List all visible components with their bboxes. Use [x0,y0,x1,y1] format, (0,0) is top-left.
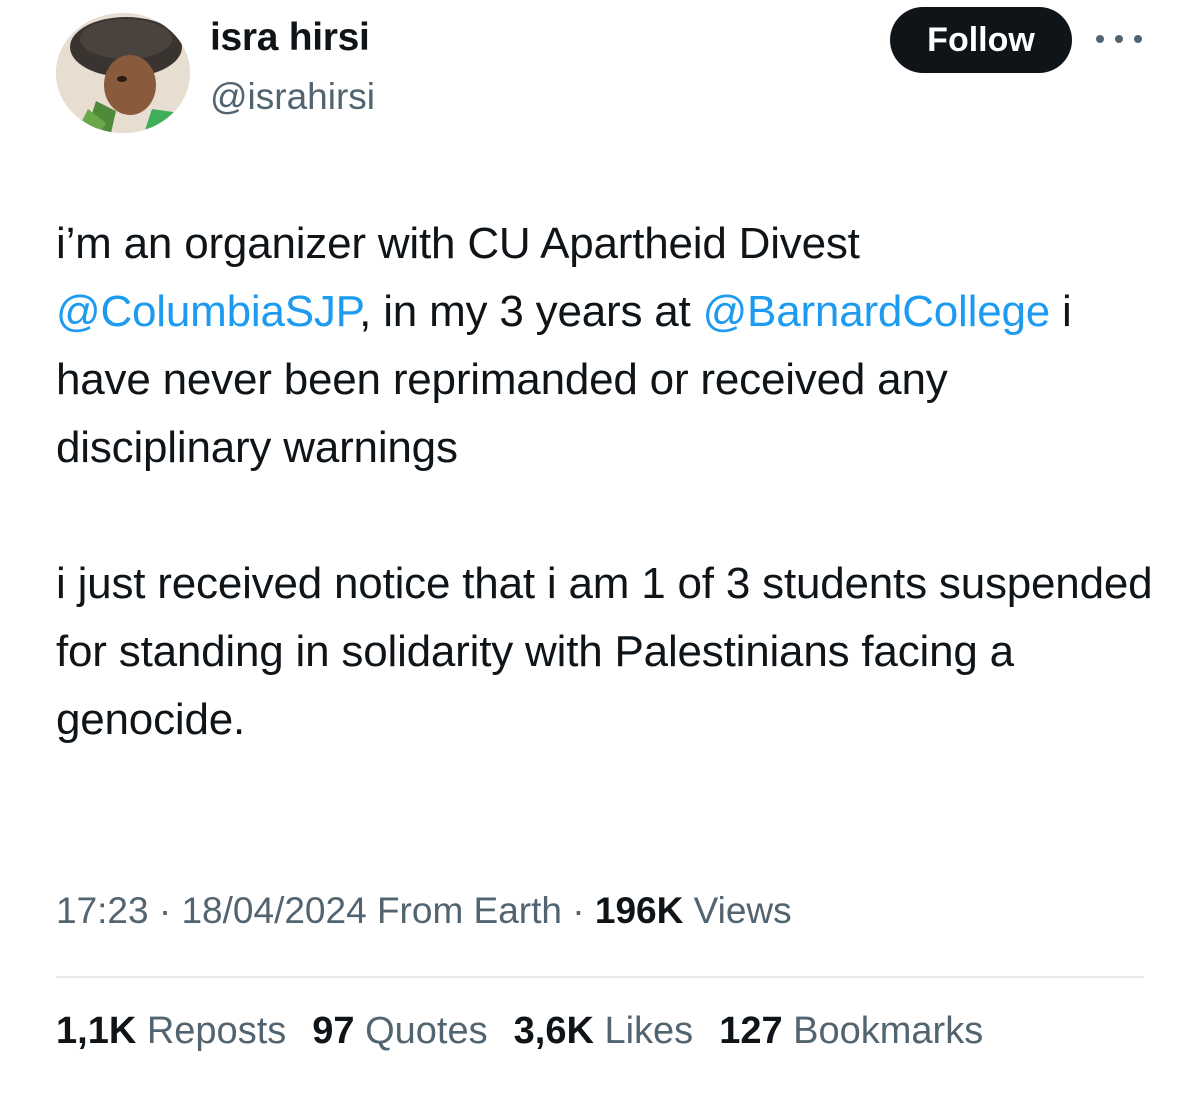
bookmarks-count: 127 [719,1010,783,1052]
tweet-text: i’m an organizer with CU Apartheid Dives… [56,210,1166,754]
quotes-stat[interactable]: 97 Quotes [312,1010,487,1053]
tweet-page: isra hirsi @israhirsi Follow i’m an orga… [0,0,1200,1106]
author-handle[interactable]: @israhirsi [210,76,375,118]
tweet-meta: 17:23 · 18/04/2024 From Earth · 196K Vie… [56,890,792,932]
views-count: 196K [594,890,684,931]
quotes-count: 97 [312,1010,355,1052]
likes-label: Likes [604,1010,694,1052]
dot [1115,35,1123,43]
bookmarks-stat[interactable]: 127 Bookmarks [719,1010,983,1053]
more-horizontal-icon[interactable] [1096,26,1142,52]
separator: · [572,890,585,931]
engagement-stats: 1,1K Reposts 97 Quotes 3,6K Likes 127 Bo… [56,1010,983,1053]
tweet-source: From Earth [376,890,562,931]
separator: · [158,890,172,931]
views-label: Views [693,890,792,931]
tweet-date[interactable]: 18/04/2024 [181,890,366,931]
mention-barnardcollege[interactable]: @BarnardCollege [703,287,1051,336]
tweet-time[interactable]: 17:23 [56,890,149,931]
likes-count: 3,6K [513,1010,594,1052]
quotes-label: Quotes [365,1010,488,1052]
divider [56,976,1144,978]
author-name[interactable]: isra hirsi [210,16,370,60]
bookmarks-label: Bookmarks [793,1010,984,1052]
reposts-count: 1,1K [56,1010,137,1052]
likes-stat[interactable]: 3,6K Likes [514,1010,694,1053]
reposts-label: Reposts [146,1010,287,1052]
tweet-paragraph: i just received notice that i am 1 of 3 … [56,559,1153,744]
dot [1134,35,1142,43]
tweet-text-segment: i’m an organizer with CU Apartheid Dives… [56,219,860,268]
tweet-text-segment: , in my 3 years at [359,287,703,336]
tweet-paragraph: i’m an organizer with CU Apartheid Dives… [56,210,1166,482]
dot [1096,35,1104,43]
mention-columbiasjp[interactable]: @ColumbiaSJP [56,287,359,336]
reposts-stat[interactable]: 1,1K Reposts [56,1010,286,1053]
avatar-image [56,13,190,133]
follow-button[interactable]: Follow [890,7,1072,73]
avatar[interactable] [56,13,190,133]
